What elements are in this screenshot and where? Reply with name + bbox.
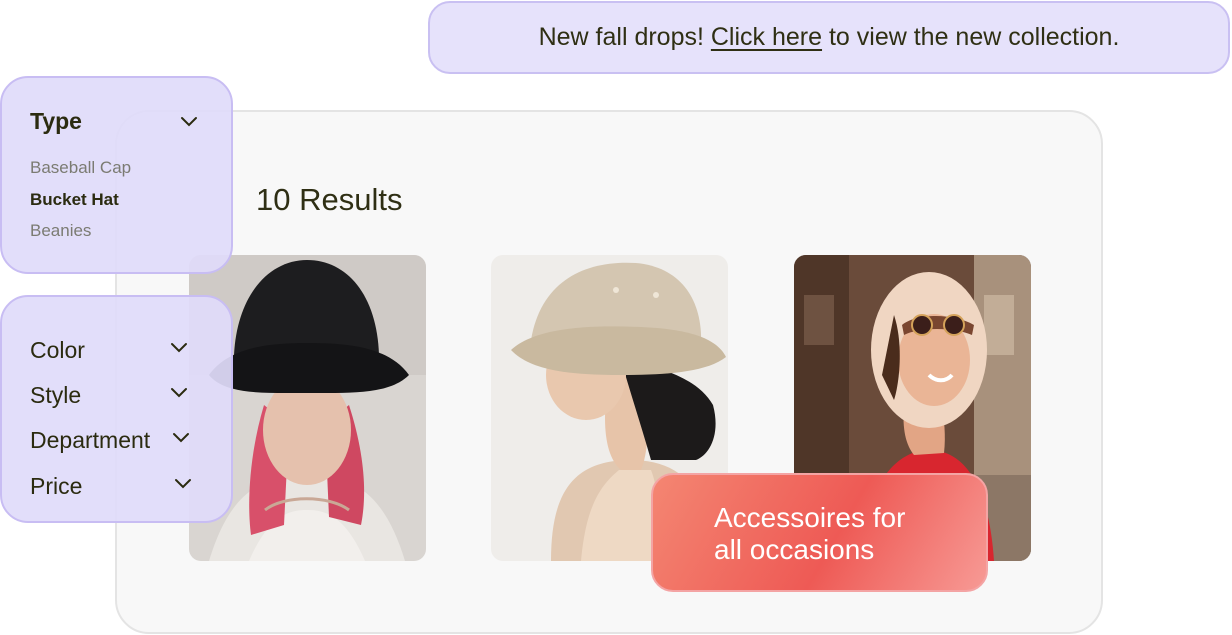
filter-color[interactable]: Color — [30, 337, 85, 364]
promo-card[interactable]: Accessoires for all occasions — [651, 473, 988, 592]
filter-department[interactable]: Department — [30, 427, 150, 454]
promo-line-1: Accessoires for — [714, 502, 906, 533]
promo-line-2: all occasions — [714, 534, 875, 565]
banner-text-before: New fall drops! — [538, 23, 711, 51]
announcement-banner: New fall drops! Click here to view the n… — [428, 1, 1230, 74]
banner-link[interactable]: Click here — [711, 23, 822, 52]
filter-type-panel: Type Baseball Cap Bucket Hat Beanies — [0, 76, 233, 274]
chevron-down-icon[interactable] — [172, 432, 190, 444]
type-option-beanies[interactable]: Beanies — [30, 221, 91, 241]
banner-text-after: to view the new collection. — [822, 23, 1120, 51]
chevron-down-icon[interactable] — [174, 478, 192, 490]
results-count: 10 Results — [256, 182, 403, 217]
filter-type-label[interactable]: Type — [30, 108, 82, 135]
chevron-down-icon[interactable] — [170, 342, 188, 354]
filter-price[interactable]: Price — [30, 473, 82, 500]
filter-options-panel: Color Style Department Price — [0, 295, 233, 523]
filter-style[interactable]: Style — [30, 382, 81, 409]
chevron-down-icon[interactable] — [180, 116, 198, 128]
type-option-bucket-hat[interactable]: Bucket Hat — [30, 190, 119, 210]
chevron-down-icon[interactable] — [170, 387, 188, 399]
type-option-baseball-cap[interactable]: Baseball Cap — [30, 158, 131, 178]
